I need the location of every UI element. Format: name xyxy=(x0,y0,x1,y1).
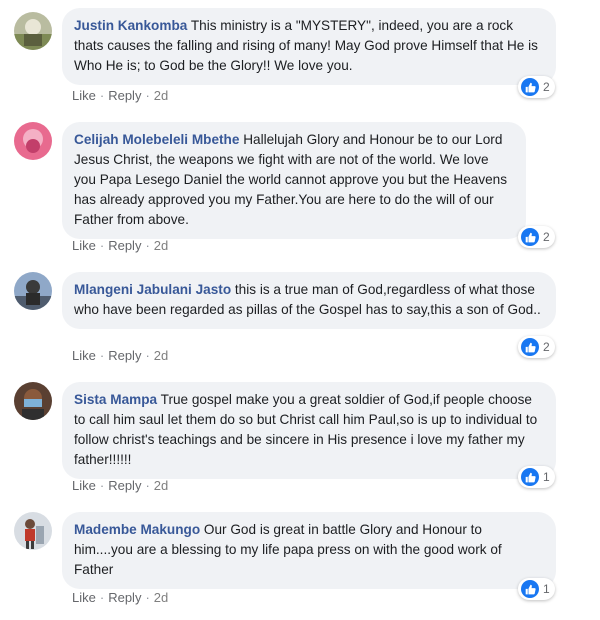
like-link[interactable]: Like xyxy=(72,88,96,103)
reaction-count-value: 2 xyxy=(543,80,550,94)
comment-bubble: Madembe Makungo Our God is great in batt… xyxy=(62,512,556,589)
comment-author[interactable]: Sista Mampa xyxy=(74,392,157,407)
comment-timestamp[interactable]: 2d xyxy=(154,348,168,363)
comment-author[interactable]: Mlangeni Jabulani Jasto xyxy=(74,282,231,297)
comment-author[interactable]: Madembe Makungo xyxy=(74,522,200,537)
comment-timestamp[interactable]: 2d xyxy=(154,478,168,493)
reaction-count[interactable]: 2 xyxy=(518,336,555,358)
reaction-count[interactable]: 2 xyxy=(518,226,555,248)
reply-link[interactable]: Reply xyxy=(108,478,141,493)
comment-actions: Like · Reply · 2d xyxy=(72,88,169,103)
comment-author[interactable]: Justin Kankomba xyxy=(74,18,187,33)
reply-link[interactable]: Reply xyxy=(108,238,141,253)
comment-actions: Like · Reply · 2d xyxy=(72,478,169,493)
reaction-count[interactable]: 1 xyxy=(518,466,555,488)
comment-timestamp[interactable]: 2d xyxy=(154,88,168,103)
reply-link[interactable]: Reply xyxy=(108,590,141,605)
reply-link[interactable]: Reply xyxy=(108,88,141,103)
reaction-count-value: 2 xyxy=(543,340,550,354)
comment-actions: Like · Reply · 2d xyxy=(72,348,169,363)
avatar[interactable] xyxy=(14,272,52,310)
reaction-count-value: 2 xyxy=(543,230,550,244)
avatar[interactable] xyxy=(14,12,52,50)
reaction-count[interactable]: 2 xyxy=(518,76,555,98)
thumbs-up-icon xyxy=(521,228,539,246)
thumbs-up-icon xyxy=(521,338,539,356)
comment-timestamp[interactable]: 2d xyxy=(154,238,168,253)
avatar[interactable] xyxy=(14,512,52,550)
comment-bubble: Justin Kankomba This ministry is a "MYST… xyxy=(62,8,556,85)
comment-bubble: Sista Mampa True gospel make you a great… xyxy=(62,382,556,479)
comment-actions: Like · Reply · 2d xyxy=(72,590,169,605)
like-link[interactable]: Like xyxy=(72,590,96,605)
like-link[interactable]: Like xyxy=(72,238,96,253)
comment-bubble: Celijah Molebeleli Mbethe Hallelujah Glo… xyxy=(62,122,526,239)
thumbs-up-icon xyxy=(521,468,539,486)
avatar[interactable] xyxy=(14,382,52,420)
comment-bubble: Mlangeni Jabulani Jasto this is a true m… xyxy=(62,272,556,329)
reaction-count-value: 1 xyxy=(543,582,550,596)
like-link[interactable]: Like xyxy=(72,478,96,493)
comment-timestamp[interactable]: 2d xyxy=(154,590,168,605)
like-link[interactable]: Like xyxy=(72,348,96,363)
reaction-count[interactable]: 1 xyxy=(518,578,555,600)
thumbs-up-icon xyxy=(521,78,539,96)
reply-link[interactable]: Reply xyxy=(108,348,141,363)
comment-feed: Justin Kankomba This ministry is a "MYST… xyxy=(0,0,600,620)
thumbs-up-icon xyxy=(521,580,539,598)
reaction-count-value: 1 xyxy=(543,470,550,484)
comment-actions: Like · Reply · 2d xyxy=(72,238,169,253)
avatar[interactable] xyxy=(14,122,52,160)
comment-author[interactable]: Celijah Molebeleli Mbethe xyxy=(74,132,239,147)
